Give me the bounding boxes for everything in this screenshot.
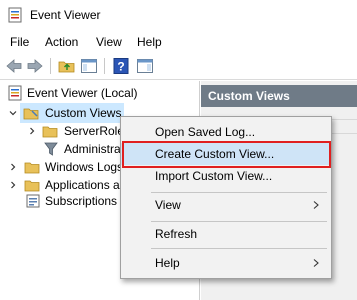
menu-bar: File Action View Help [0,31,357,53]
folder-icon [23,108,39,120]
show-hide-console-tree-icon[interactable] [80,57,98,75]
tree-item-label: Event Viewer (Local) [27,86,138,100]
menu-separator [151,221,327,222]
menu-item-label: View [155,198,181,212]
up-folder-icon[interactable] [58,57,76,75]
tree-item-label: Custom Views [45,106,122,120]
tree-item-label: ServerRole [64,124,125,138]
title-bar: Event Viewer [0,0,357,30]
svg-text:?: ? [117,60,124,74]
tree-item-label: Administra [64,142,121,156]
menu-separator [151,192,327,193]
back-arrow-icon[interactable] [5,57,23,75]
menu-item-open-saved-log[interactable]: Open Saved Log... [121,121,331,143]
submenu-arrow-icon [313,201,319,209]
tree-item-custom-views[interactable]: Custom Views [20,103,124,123]
chevron-down-icon[interactable] [9,109,17,117]
tree-item-label: Windows Logs [45,160,124,174]
help-icon[interactable]: ? [112,57,130,75]
chevron-right-icon[interactable] [9,163,17,171]
menu-item-view[interactable]: View [121,194,331,216]
chevron-right-icon[interactable] [28,127,36,135]
menu-file[interactable]: File [10,35,29,49]
folder-icon [24,162,40,174]
highlight-annotation-box [122,141,331,168]
menu-item-label: Open Saved Log... [155,125,256,139]
menu-separator [151,248,327,249]
tree-item-label: Subscriptions [45,194,118,208]
subscriptions-icon [26,194,40,208]
forward-arrow-icon[interactable] [26,57,44,75]
chevron-right-icon[interactable] [9,181,17,189]
window-title: Event Viewer [30,8,101,22]
menu-item-label: Refresh [155,227,198,241]
menu-item-label: Help [155,256,180,270]
tree-item-event-viewer-local[interactable]: Event Viewer (Local) [0,83,200,103]
filter-icon [44,142,58,156]
menu-item-refresh[interactable]: Refresh [121,223,331,245]
menu-help[interactable]: Help [137,35,162,49]
menu-item-help[interactable]: Help [121,252,331,274]
menu-view[interactable]: View [96,35,122,49]
show-hide-action-pane-icon[interactable] [136,57,154,75]
toolbar: ? [0,53,357,80]
event-viewer-icon [8,85,22,101]
submenu-arrow-icon [313,259,319,267]
menu-item-label: Import Custom View... [155,169,273,183]
toolbar-separator [104,58,105,74]
menu-item-import-custom-view[interactable]: Import Custom View... [121,165,331,187]
folder-icon [42,126,58,138]
event-viewer-icon [8,7,22,23]
menu-action[interactable]: Action [45,35,78,49]
toolbar-separator [50,58,51,74]
results-pane-header: Custom Views [201,85,357,107]
